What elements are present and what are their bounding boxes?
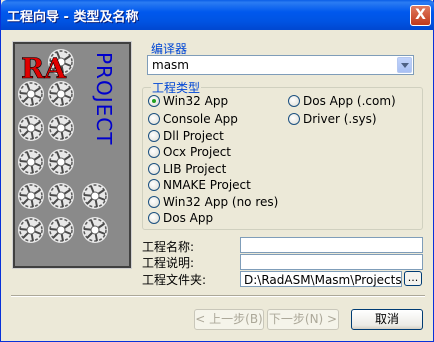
browse-label: ... xyxy=(407,271,419,284)
banner-vertical-text: PROJECT xyxy=(92,52,116,145)
banner-logo-text: RA xyxy=(21,52,67,85)
project-folder-value: D:\RadASM\Masm\Projects xyxy=(244,273,402,287)
compiler-value: masm xyxy=(152,58,189,72)
back-button[interactable]: < 上一步(B) xyxy=(194,309,264,330)
cancel-button-label: 取消 xyxy=(374,312,399,326)
cancel-button[interactable]: 取消 xyxy=(351,309,423,330)
compiler-select[interactable]: masm xyxy=(147,55,414,75)
window-title: 工程向导 - 类型及名称 xyxy=(7,10,139,25)
project-name-label: 工程名称: xyxy=(142,240,195,254)
radio-dot[interactable] xyxy=(148,95,160,107)
radio-dot[interactable] xyxy=(148,146,160,158)
separator xyxy=(11,295,425,297)
radio-dot[interactable] xyxy=(148,179,160,191)
project-banner-image: RA PROJECT xyxy=(12,41,132,269)
radio-dot[interactable] xyxy=(148,130,160,142)
radio-label: Ocx Project xyxy=(163,145,232,159)
banner-graphic: RA PROJECT xyxy=(17,48,116,244)
radio-label: Dos App xyxy=(163,211,214,225)
radio-label: Console App xyxy=(163,112,238,126)
project-description-label: 工程说明: xyxy=(142,256,195,270)
radio-label: NMAKE Project xyxy=(163,178,251,192)
radio-dot[interactable] xyxy=(148,212,160,224)
back-button-label: < 上一步(B) xyxy=(195,312,263,326)
project-name-input[interactable] xyxy=(240,237,423,253)
radio-dot[interactable] xyxy=(148,163,160,175)
radio-label: Driver (.sys) xyxy=(303,112,377,126)
next-button[interactable]: 下一步(N) > xyxy=(267,309,339,330)
chevron-down-icon[interactable] xyxy=(397,57,412,73)
radio-dot[interactable] xyxy=(288,95,300,107)
radio-dot[interactable] xyxy=(288,113,300,125)
close-icon: X xyxy=(415,7,426,23)
radio-label: LIB Project xyxy=(163,162,227,176)
next-button-label: 下一步(N) > xyxy=(268,312,338,326)
project-description-input[interactable] xyxy=(240,254,423,270)
project-folder-label: 工程文件夹: xyxy=(142,273,207,287)
radio-dot[interactable] xyxy=(148,113,160,125)
radio-label: Dll Project xyxy=(163,129,224,143)
radio-dot[interactable] xyxy=(148,196,160,208)
radio-label: Win32 App (no res) xyxy=(163,195,279,209)
browse-folder-button[interactable]: ... xyxy=(404,271,422,286)
radio-label: Win32 App xyxy=(163,94,229,108)
title-bar: 工程向导 - 类型及名称 X xyxy=(1,0,434,30)
project-folder-input[interactable]: D:\RadASM\Masm\Projects xyxy=(240,271,402,287)
project-wizard-window: 工程向导 - 类型及名称 X RA PROJECT 编译器 masm 工程类型 … xyxy=(0,0,434,342)
close-button[interactable]: X xyxy=(410,5,431,26)
radio-label: Dos App (.com) xyxy=(303,94,396,108)
